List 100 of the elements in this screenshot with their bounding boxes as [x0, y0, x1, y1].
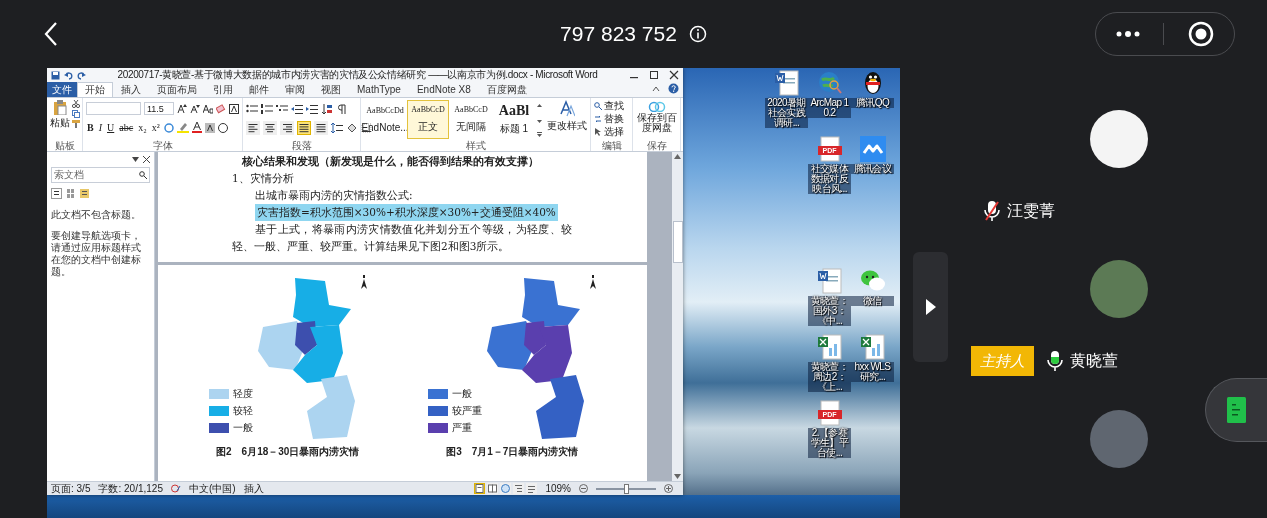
desktop-icon-label[interactable]: 2020暑期社会实践调研... [765, 98, 808, 128]
search-field[interactable]: 索文档 [51, 167, 150, 183]
format-button[interactable]: I [97, 122, 103, 133]
numbering-icon[interactable] [261, 103, 273, 114]
ribbon-tab[interactable]: 文件 [47, 82, 77, 97]
save-icon[interactable] [51, 70, 60, 80]
font-color-icon[interactable] [191, 122, 202, 133]
desktop-icon-label[interactable]: 黄晓萱：国外3：《中... [808, 296, 851, 326]
bullets-icon[interactable] [246, 103, 258, 114]
close-icon[interactable] [143, 155, 150, 163]
pdf-file-icon[interactable] [816, 136, 843, 162]
document-file-icon[interactable] [816, 268, 843, 294]
gallery-scroll-icon[interactable] [536, 101, 543, 138]
align-button[interactable] [280, 120, 294, 135]
clear-format-icon[interactable] [216, 103, 226, 114]
view-button[interactable] [526, 483, 538, 494]
ribbon-tab[interactable]: 插入 [113, 82, 149, 97]
undo-icon[interactable] [64, 70, 73, 80]
style-option[interactable]: AaBbCcD 正文 [407, 100, 449, 139]
view-button[interactable] [500, 483, 512, 494]
ribbon-tab[interactable]: 页面布局 [149, 82, 205, 97]
ribbon-tab[interactable]: EndNote X8 [408, 82, 479, 97]
zoom-out-icon[interactable] [579, 484, 588, 493]
save-to-cloud-button[interactable]: 保存到百度网盘 [636, 100, 677, 133]
show-marks-icon[interactable] [336, 103, 348, 114]
scissors-icon[interactable] [72, 100, 80, 108]
align-button[interactable] [246, 120, 260, 135]
view-button[interactable] [474, 483, 486, 494]
pane-menu-icon[interactable] [132, 156, 139, 162]
paste-button[interactable]: 粘贴 [50, 100, 70, 130]
spreadsheet-file-icon[interactable] [859, 334, 886, 360]
app-icon[interactable] [859, 136, 886, 162]
desktop-icon-label[interactable]: ArcMap 10.2 [808, 98, 851, 118]
zoom-slider-thumb[interactable] [624, 483, 629, 494]
results-view-icon[interactable] [79, 187, 90, 199]
ribbon-tab[interactable]: 开始 [77, 82, 113, 97]
ribbon-tab[interactable]: 邮件 [241, 82, 277, 97]
enclose-char-icon[interactable] [217, 122, 228, 133]
change-styles-button[interactable]: 更改样式 [547, 100, 587, 133]
headings-view-icon[interactable] [51, 187, 62, 199]
format-button[interactable]: x₂ [137, 122, 148, 133]
multilevel-list-icon[interactable] [276, 103, 288, 114]
desktop-icon-label[interactable]: 黄晓萱：周边2：《上... [808, 362, 851, 392]
increase-indent-icon[interactable] [306, 103, 318, 114]
change-case-icon[interactable] [203, 103, 213, 114]
font-name-field[interactable] [86, 102, 141, 115]
shading-icon[interactable] [346, 122, 358, 133]
align-button[interactable] [263, 120, 277, 135]
desktop-icon-label[interactable]: 腾讯QQ [851, 98, 894, 108]
redo-icon[interactable] [77, 70, 86, 80]
ribbon-tab[interactable]: 审阅 [277, 82, 313, 97]
back-icon[interactable] [44, 21, 58, 47]
desktop-icon-label[interactable]: 腾讯会议 [851, 164, 894, 174]
scroll-up-icon[interactable] [674, 154, 681, 159]
format-button[interactable]: B [86, 122, 95, 133]
align-button[interactable] [297, 120, 311, 135]
desktop-icon-label[interactable]: 社交媒体数据对反映台风... [808, 164, 851, 194]
ribbon-tab[interactable]: 百度网盘 [478, 82, 535, 97]
document-file-icon[interactable] [773, 70, 800, 96]
edit-command[interactable]: 替换 [594, 113, 624, 125]
copy-icon[interactable] [72, 110, 80, 118]
format-button[interactable]: x² [150, 122, 161, 133]
notes-button[interactable] [1205, 378, 1267, 442]
shrink-font-icon[interactable] [190, 103, 200, 114]
spreadsheet-file-icon[interactable] [816, 334, 843, 360]
ribbon-tab[interactable]: 引用 [205, 82, 241, 97]
scrollbar-thumb[interactable] [672, 220, 683, 263]
record-icon[interactable] [1188, 21, 1215, 47]
format-button[interactable]: abc [118, 122, 135, 133]
help-icon[interactable] [668, 83, 679, 94]
line-spacing-icon[interactable] [331, 122, 343, 133]
zoom-in-icon[interactable] [664, 484, 673, 493]
ribbon-tab[interactable]: 视图 [313, 82, 349, 97]
grow-font-icon[interactable] [177, 103, 187, 114]
view-button[interactable] [487, 483, 499, 494]
format-button[interactable]: U [106, 122, 116, 133]
desktop-icon-label[interactable]: 微信 [851, 296, 894, 306]
char-shading-icon[interactable] [204, 122, 215, 133]
borders-icon[interactable] [361, 122, 373, 133]
panel-toggle-button[interactable] [913, 252, 948, 362]
pdf-file-icon[interactable] [816, 400, 843, 426]
sort-icon[interactable] [321, 103, 333, 114]
brush-icon[interactable] [72, 120, 80, 128]
info-icon[interactable] [688, 25, 707, 43]
edit-command[interactable]: 选择 [594, 126, 624, 138]
font-size-field[interactable]: 11.5 [144, 102, 174, 115]
edit-command[interactable]: 查找 [594, 100, 624, 112]
text-effect-icon[interactable] [163, 122, 174, 133]
view-button[interactable] [513, 483, 525, 494]
desktop-icon-label[interactable]: hxx WLS研究... [851, 362, 894, 382]
collapse-ribbon-icon[interactable] [652, 85, 660, 93]
style-option[interactable]: AaBbCcD 无间隔 [450, 100, 492, 139]
decrease-indent-icon[interactable] [291, 103, 303, 114]
text-border-icon[interactable] [229, 103, 239, 114]
close-icon[interactable] [669, 70, 679, 80]
desktop-icon-label[interactable]: 2.【参赛学生】平台使... [808, 428, 851, 458]
maximize-icon[interactable] [649, 70, 659, 80]
style-option[interactable]: AaBbCcDd EndNote... [364, 100, 406, 139]
more-icon[interactable] [1115, 30, 1140, 38]
style-option[interactable]: AaBl 标题 1 [493, 100, 535, 139]
